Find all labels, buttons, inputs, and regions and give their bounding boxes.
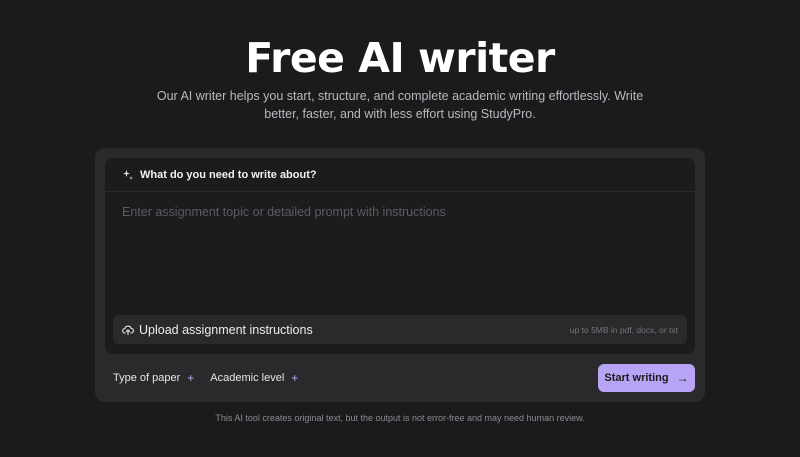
upload-label: Upload assignment instructions — [139, 322, 313, 337]
upload-instructions-button[interactable]: Upload assignment instructions up to 5MB… — [113, 315, 687, 344]
prompt-header: What do you need to write about? — [105, 158, 695, 192]
type-of-paper-label: Type of paper — [113, 372, 181, 384]
prompt-label: What do you need to write about? — [140, 168, 317, 181]
page: Free AI writer Our AI writer helps you s… — [0, 0, 800, 457]
paper-options: Type of paper + Academic level + — [113, 371, 314, 385]
start-writing-button[interactable]: Start writing → — [598, 364, 695, 392]
academic-level-label: Academic level — [210, 372, 285, 384]
start-writing-label: Start writing — [604, 372, 669, 384]
sparkle-icon — [122, 169, 134, 181]
page-title: Free AI writer — [245, 34, 555, 82]
arrow-right-icon: → — [676, 371, 689, 385]
plus-icon: + — [187, 371, 195, 385]
upload-hint: up to 5MB in pdf, docx, or txt — [569, 324, 678, 335]
prompt-input[interactable] — [105, 192, 695, 309]
plus-icon: + — [291, 371, 299, 385]
page-subtitle: Our AI writer helps you start, structure… — [156, 89, 644, 121]
disclaimer-text: This AI tool creates original text, but … — [215, 413, 585, 423]
cloud-upload-icon — [122, 324, 134, 336]
academic-level-selector[interactable]: Academic level + — [210, 371, 298, 385]
type-of-paper-selector[interactable]: Type of paper + — [113, 371, 194, 385]
writer-card: What do you need to write about? Upload … — [95, 148, 705, 402]
prompt-panel: What do you need to write about? Upload … — [105, 158, 695, 354]
